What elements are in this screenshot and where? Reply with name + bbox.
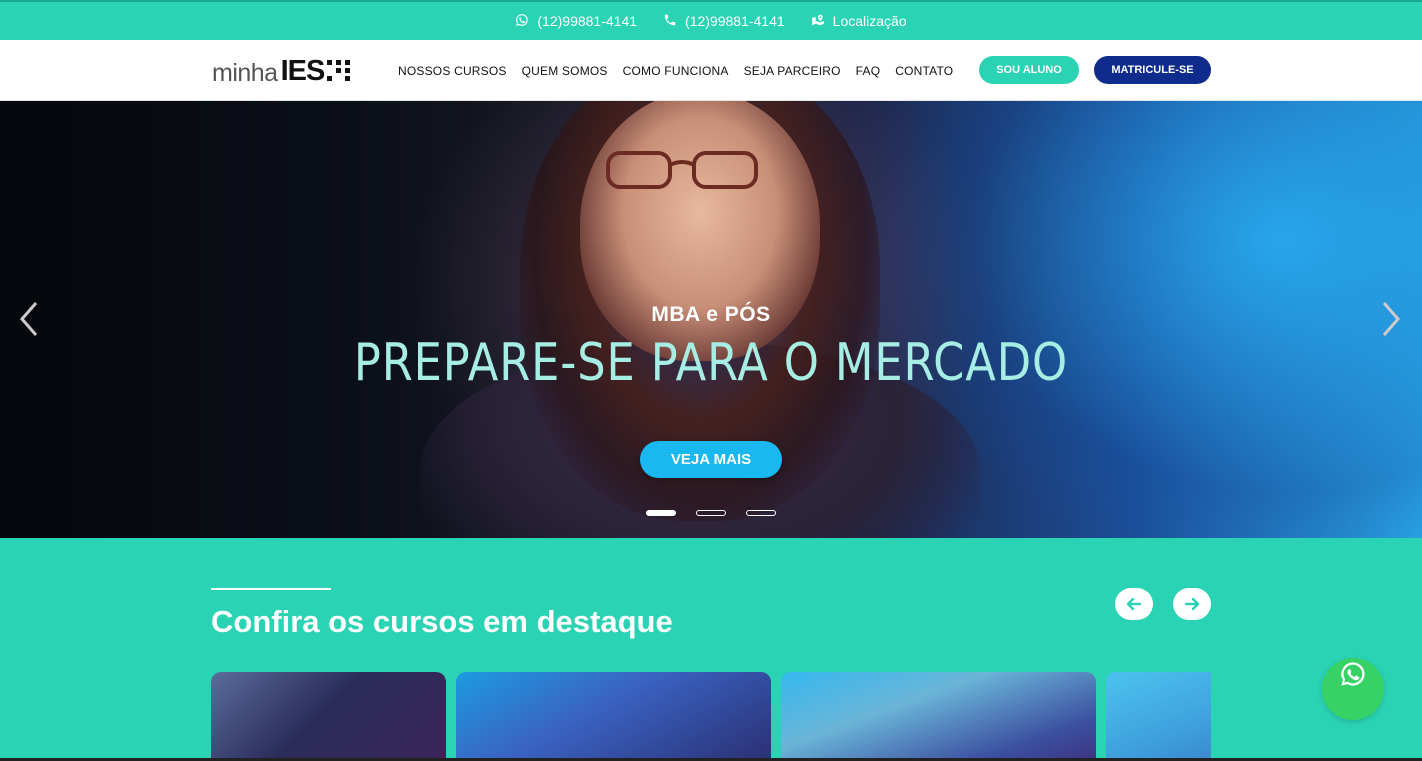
- location-label: Localização: [832, 13, 907, 29]
- chevron-left-icon: [20, 302, 38, 336]
- courses-prev-button[interactable]: [1115, 588, 1153, 620]
- whatsapp-contact[interactable]: (12)99881-4141: [515, 13, 637, 30]
- whatsapp-icon: [515, 13, 529, 30]
- whatsapp-icon: [1341, 662, 1365, 686]
- logo-dots-icon: [327, 60, 351, 81]
- carousel-indicator-1[interactable]: [646, 510, 676, 516]
- nav-como-funciona[interactable]: COMO FUNCIONA: [623, 64, 729, 78]
- carousel-indicator-3[interactable]: [746, 510, 776, 516]
- logo-text-ies: IES: [280, 55, 326, 87]
- top-contact-bar: (12)99881-4141 (12)99881-4141 Localizaçã…: [0, 0, 1422, 40]
- matricule-se-button[interactable]: MATRICULE-SE: [1094, 56, 1211, 84]
- phone-icon: [663, 13, 677, 30]
- hero-carousel: MBA e PÓS PREPARE-SE PARA O MERCADO VEJA…: [0, 101, 1422, 538]
- courses-next-button[interactable]: [1173, 588, 1211, 620]
- hero-photo-glasses: [606, 151, 758, 189]
- hero-title: PREPARE-SE PARA O MERCADO: [353, 333, 1069, 393]
- phone-number: (12)99881-4141: [685, 13, 785, 29]
- site-logo[interactable]: minha IES: [212, 54, 351, 86]
- course-card-partial[interactable]: [1106, 672, 1211, 761]
- phone-contact[interactable]: (12)99881-4141: [663, 13, 785, 30]
- featured-title: Confira os cursos em destaque: [211, 604, 673, 639]
- carousel-indicator-2[interactable]: [696, 510, 726, 516]
- nav-nossos-cursos[interactable]: NOSSOS CURSOS: [398, 64, 507, 78]
- nav-contato[interactable]: CONTATO: [895, 64, 953, 78]
- carousel-next-button[interactable]: [1380, 299, 1404, 339]
- whatsapp-float-button[interactable]: [1322, 658, 1384, 720]
- whatsapp-number: (12)99881-4141: [537, 13, 638, 29]
- chevron-right-icon: [1382, 302, 1400, 336]
- carousel-prev-button[interactable]: [16, 299, 40, 339]
- nav-seja-parceiro[interactable]: SEJA PARCEIRO: [744, 64, 841, 78]
- arrow-right-icon: [1184, 597, 1200, 611]
- course-card-law[interactable]: [211, 672, 446, 761]
- section-title-underline: [211, 588, 331, 590]
- hero-subtitle: MBA e PÓS: [651, 303, 771, 326]
- veja-mais-button[interactable]: VEJA MAIS: [640, 441, 782, 478]
- nav-faq[interactable]: FAQ: [856, 64, 881, 78]
- course-cards-carousel: [211, 672, 1211, 761]
- main-nav: NOSSOS CURSOS QUEM SOMOS COMO FUNCIONA S…: [398, 40, 953, 101]
- sou-aluno-button[interactable]: SOU ALUNO: [979, 56, 1079, 84]
- nav-quem-somos[interactable]: QUEM SOMOS: [522, 64, 608, 78]
- course-card-science[interactable]: [456, 672, 771, 761]
- featured-courses-section: Confira os cursos em destaque: [0, 538, 1422, 761]
- arrow-left-icon: [1126, 597, 1142, 611]
- map-icon: [811, 13, 825, 30]
- course-card-health[interactable]: [781, 672, 1096, 761]
- main-header: minha IES NOSSOS CURSOS QUEM SOMOS COMO …: [0, 40, 1422, 101]
- logo-text-minha: minha: [212, 59, 278, 87]
- carousel-indicators: [646, 510, 776, 516]
- location-link[interactable]: Localização: [811, 13, 907, 30]
